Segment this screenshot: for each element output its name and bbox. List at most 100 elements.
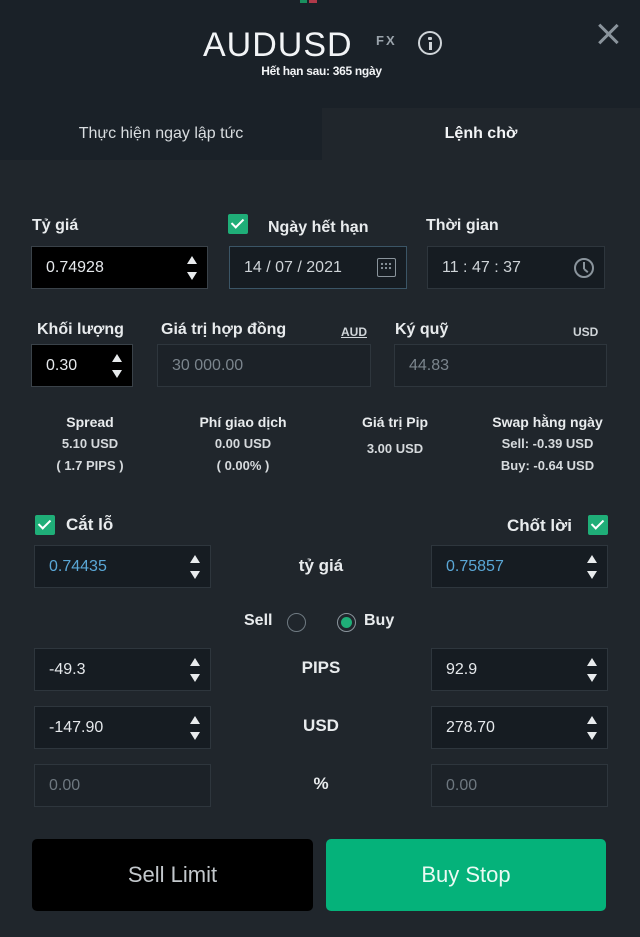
asset-class-badge: FX [376, 33, 397, 48]
increment-arrow-icon[interactable] [187, 256, 197, 264]
tab-pending-order[interactable]: Lệnh chờ [322, 108, 640, 160]
buy-stop-button[interactable]: Buy Stop [326, 839, 606, 911]
take-profit-label: Chốt lời [507, 516, 572, 535]
info-icon[interactable] [418, 31, 442, 55]
rate-input[interactable]: 0.74928 [31, 246, 208, 289]
fee-usd: 0.00 USD [214, 436, 272, 451]
volume-value: 0.30 [46, 356, 78, 374]
stop-loss-rate-value: 0.74435 [49, 557, 107, 575]
chart-edge-strip [300, 0, 320, 3]
time-input[interactable]: 11 : 47 : 37 [427, 246, 605, 289]
stop-loss-pips-input[interactable]: -49.3 [34, 648, 211, 691]
stop-loss-usd-stepper[interactable] [190, 713, 202, 743]
stop-loss-usd-value: -147.90 [49, 718, 104, 736]
take-profit-rate-input[interactable]: 0.75857 [431, 545, 608, 588]
sell-radio[interactable] [287, 613, 306, 632]
contract-currency-toggle[interactable]: AUD [341, 325, 367, 339]
fee-percent: ( 0.00% ) [216, 458, 270, 473]
calendar-icon[interactable] [377, 258, 396, 277]
stop-loss-label: Cắt lỗ [66, 515, 114, 534]
sell-limit-button[interactable]: Sell Limit [32, 839, 313, 911]
contract-value: 30 000.00 [172, 356, 244, 374]
expiry-date-label: Ngày hết hạn [268, 219, 369, 236]
swap-title: Swap hằng ngày [492, 414, 603, 430]
margin-label: Ký quỹ [395, 321, 449, 338]
increment-arrow-icon[interactable] [587, 716, 597, 724]
clock-icon[interactable] [574, 258, 594, 278]
expiry-date-checkbox[interactable] [228, 214, 248, 234]
stop-loss-rate-stepper[interactable] [190, 552, 202, 582]
margin-value: 44.83 [409, 356, 450, 374]
rate-row-label: tỷ giá [298, 556, 344, 575]
margin-field: 44.83 [394, 344, 607, 387]
expiry-date-value: 14 / 07 / 2021 [244, 258, 342, 276]
expiry-date-input[interactable]: 14 / 07 / 2021 [229, 246, 407, 289]
decrement-arrow-icon[interactable] [190, 571, 200, 579]
symbol-title: AUDUSD [203, 26, 353, 64]
stop-loss-usd-input[interactable]: -147.90 [34, 706, 211, 749]
margin-currency: USD [573, 325, 599, 339]
volume-label: Khối lượng [37, 321, 124, 338]
tab-instant-execution[interactable]: Thực hiện ngay lập tức [0, 108, 322, 160]
take-profit-rate-value: 0.75857 [446, 557, 504, 575]
rate-label: Tỷ giá [32, 217, 79, 234]
pip-value-title: Giá trị Pip [361, 414, 429, 430]
increment-arrow-icon[interactable] [190, 716, 200, 724]
decrement-arrow-icon[interactable] [587, 571, 597, 579]
swap-buy: Buy: -0.64 USD [500, 458, 595, 473]
percent-row-label: % [313, 774, 329, 793]
expiry-text: Hết hạn sau: 365 ngày [261, 64, 382, 78]
take-profit-checkbox[interactable] [588, 515, 608, 535]
take-profit-usd-stepper[interactable] [587, 713, 599, 743]
decrement-arrow-icon[interactable] [587, 732, 597, 740]
pips-row-label: PIPS [301, 658, 341, 677]
sell-radio-label: Sell [244, 612, 273, 629]
take-profit-usd-value: 278.70 [446, 718, 495, 736]
decrement-arrow-icon[interactable] [190, 732, 200, 740]
order-type-tabs: Thực hiện ngay lập tức Lệnh chờ [0, 108, 640, 160]
increment-arrow-icon[interactable] [112, 354, 122, 362]
increment-arrow-icon[interactable] [587, 658, 597, 666]
increment-arrow-icon[interactable] [190, 555, 200, 563]
swap-stat: Swap hằng ngày Sell: -0.39 USD Buy: -0.6… [480, 411, 615, 477]
stop-loss-pips-value: -49.3 [49, 660, 86, 678]
spread-usd: 5.10 USD [61, 436, 119, 451]
rate-stepper[interactable] [187, 253, 199, 283]
decrement-arrow-icon[interactable] [190, 674, 200, 682]
pip-value-stat: Giá trị Pip 3.00 USD [335, 411, 455, 460]
take-profit-pips-stepper[interactable] [587, 655, 599, 685]
usd-row-label: USD [303, 716, 339, 735]
increment-arrow-icon[interactable] [190, 658, 200, 666]
swap-sell: Sell: -0.39 USD [501, 436, 594, 451]
fee-title: Phí giao dịch [199, 414, 287, 430]
take-profit-rate-stepper[interactable] [587, 552, 599, 582]
take-profit-percent-value: 0.00 [446, 776, 478, 794]
spread-stat: Spread 5.10 USD ( 1.7 PIPS ) [30, 411, 150, 477]
volume-input[interactable]: 0.30 [31, 344, 133, 387]
rate-value: 0.74928 [46, 258, 104, 276]
close-icon[interactable] [596, 22, 620, 46]
take-profit-pips-value: 92.9 [446, 660, 478, 678]
take-profit-usd-input[interactable]: 278.70 [431, 706, 608, 749]
decrement-arrow-icon[interactable] [587, 674, 597, 682]
spread-pips: ( 1.7 PIPS ) [56, 458, 124, 473]
contract-value-label: Giá trị hợp đồng [161, 321, 287, 338]
time-value: 11 : 47 : 37 [442, 258, 521, 276]
time-label: Thời gian [426, 217, 499, 234]
stop-loss-percent-value: 0.00 [49, 776, 81, 794]
take-profit-pips-input[interactable]: 92.9 [431, 648, 608, 691]
decrement-arrow-icon[interactable] [187, 272, 197, 280]
buy-radio[interactable] [337, 613, 356, 632]
take-profit-percent-input[interactable]: 0.00 [431, 764, 608, 807]
stop-loss-checkbox[interactable] [35, 515, 55, 535]
fee-stat: Phí giao dịch 0.00 USD ( 0.00% ) [178, 411, 308, 477]
pip-value-usd: 3.00 USD [366, 441, 424, 456]
stop-loss-rate-input[interactable]: 0.74435 [34, 545, 211, 588]
spread-title: Spread [66, 414, 114, 430]
decrement-arrow-icon[interactable] [112, 370, 122, 378]
buy-radio-label: Buy [364, 612, 395, 629]
stop-loss-pips-stepper[interactable] [190, 655, 202, 685]
volume-stepper[interactable] [112, 351, 124, 381]
increment-arrow-icon[interactable] [587, 555, 597, 563]
stop-loss-percent-input[interactable]: 0.00 [34, 764, 211, 807]
